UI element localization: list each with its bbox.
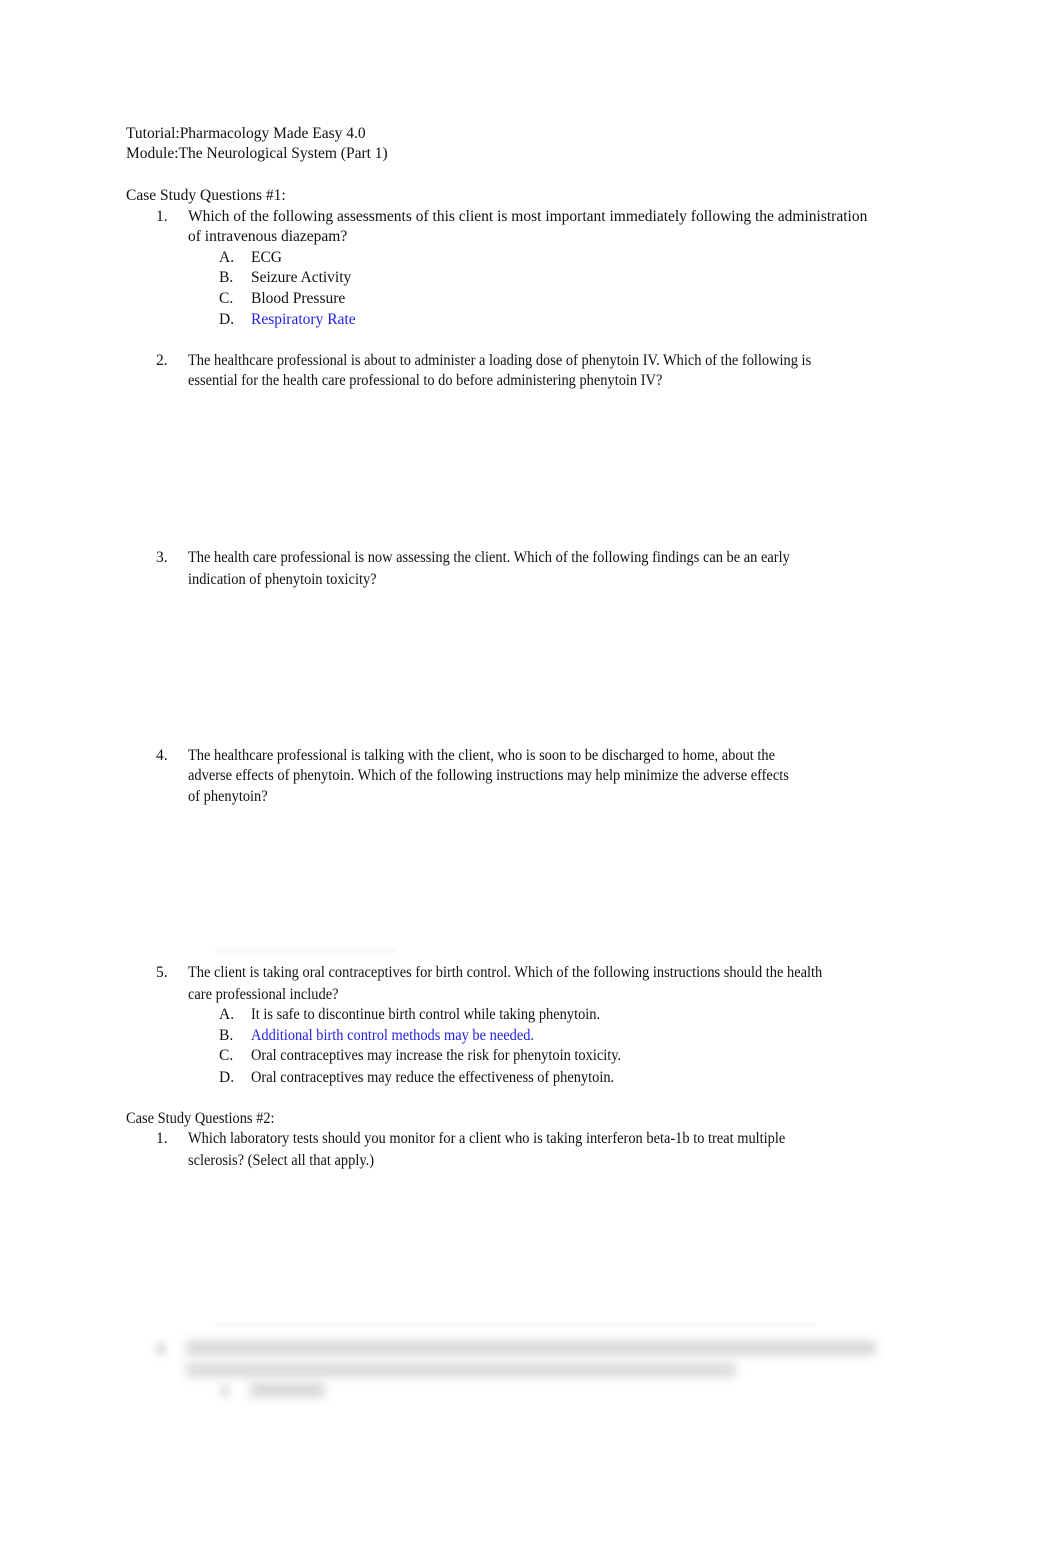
option-text: Seizure Activity (251, 269, 352, 286)
option-text: Oral contraceptives may increase the ris… (251, 1047, 622, 1064)
option-letter: B. (219, 1027, 234, 1044)
blurred-text-line (186, 1341, 876, 1355)
faint-divider (215, 1324, 815, 1326)
question-text-line: of intravenous diazepam? (188, 228, 348, 245)
section-1-title: Case Study Questions #1: (126, 187, 286, 204)
module-title: Module:The Neurological System (Part 1) (126, 145, 388, 162)
option-text: ECG (251, 249, 282, 266)
option-letter: B. (219, 269, 234, 286)
question-text-line: The health care professional is now asse… (188, 549, 790, 566)
question-text-line: sclerosis? (Select all that apply.) (188, 1152, 374, 1169)
option-letter: D. (219, 311, 235, 328)
question-text-line: Which of the following assessments of th… (188, 208, 868, 225)
question-text-line: care professional include? (188, 986, 339, 1003)
faint-divider (215, 950, 395, 952)
option-letter: D. (219, 1069, 235, 1086)
option-letter: C. (219, 290, 234, 307)
question-text-line: indication of phenytoin toxicity? (188, 571, 377, 588)
option-text-correct-answer: Additional birth control methods may be … (251, 1027, 535, 1044)
question-text-line: of phenytoin? (188, 788, 268, 805)
question-number: 4. (156, 747, 168, 764)
question-text-line: adverse effects of phenytoin. Which of t… (188, 767, 789, 784)
blurred-text-line (186, 1363, 736, 1377)
question-text-line: The client is taking oral contraceptives… (188, 964, 823, 981)
question-text-line: Which laboratory tests should you monito… (188, 1130, 786, 1147)
blurred-number (156, 1343, 166, 1355)
option-text: It is safe to discontinue birth control … (251, 1006, 601, 1023)
question-number: 5. (156, 964, 168, 981)
question-text-line: The healthcare professional is talking w… (188, 747, 776, 764)
section-2-title: Case Study Questions #2: (126, 1110, 275, 1127)
option-letter: C. (219, 1047, 234, 1064)
question-number: 1. (156, 1130, 168, 1147)
option-letter: A. (219, 249, 235, 266)
question-text-line: The healthcare professional is about to … (188, 352, 812, 369)
question-number: 3. (156, 549, 168, 566)
question-number: 1. (156, 208, 168, 225)
question-number: 2. (156, 352, 168, 369)
tutorial-title: Tutorial:Pharmacology Made Easy 4.0 (126, 125, 366, 142)
option-text: Blood Pressure (251, 290, 346, 307)
question-text-line: essential for the health care profession… (188, 372, 663, 389)
blurred-option (250, 1383, 325, 1397)
blurred-content (150, 1335, 890, 1405)
blurred-letter (220, 1385, 230, 1397)
option-text: Oral contraceptives may reduce the effec… (251, 1069, 615, 1086)
option-text-correct-answer: Respiratory Rate (251, 311, 356, 328)
option-letter: A. (219, 1006, 235, 1023)
